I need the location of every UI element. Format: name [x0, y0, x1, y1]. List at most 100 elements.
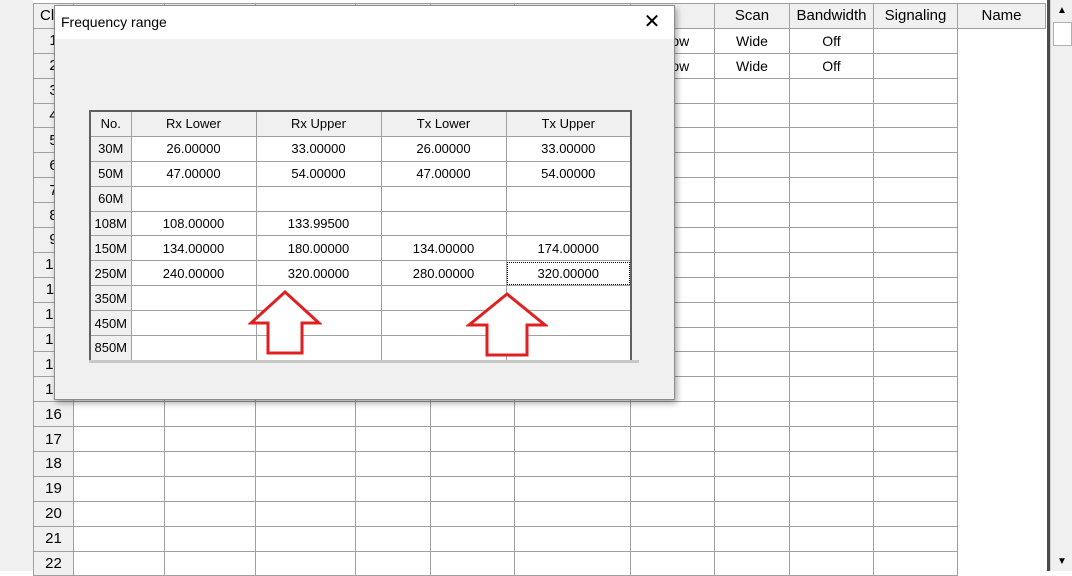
grid-cell[interactable]	[873, 500, 958, 527]
grid-cell[interactable]	[714, 525, 790, 552]
grid-cell[interactable]: Wide	[714, 52, 790, 79]
grid-cell[interactable]	[714, 127, 790, 154]
freq-cell[interactable]	[380, 210, 507, 237]
grid-cell[interactable]	[789, 152, 874, 179]
grid-cell[interactable]	[255, 451, 356, 477]
freq-row[interactable]: 850M	[89, 335, 632, 362]
grid-cell[interactable]	[430, 525, 515, 552]
grid-cell[interactable]	[73, 401, 165, 428]
grid-cell[interactable]	[430, 475, 515, 502]
grid-cell[interactable]	[789, 276, 874, 303]
grid-cell[interactable]	[873, 525, 958, 552]
grid-cell[interactable]	[514, 475, 631, 502]
grid-cell[interactable]	[164, 401, 256, 428]
grid-cell[interactable]	[873, 301, 958, 328]
grid-cell[interactable]	[514, 550, 631, 576]
grid-cell[interactable]	[355, 550, 431, 576]
grid-cell[interactable]	[630, 451, 715, 477]
grid-cell[interactable]	[873, 202, 958, 229]
grid-cell[interactable]	[73, 475, 165, 502]
freq-row[interactable]: 450M	[89, 310, 632, 337]
grid-cell[interactable]	[355, 475, 431, 502]
grid-cell[interactable]	[714, 550, 790, 576]
freq-cell[interactable]	[255, 185, 382, 212]
grid-cell[interactable]	[789, 525, 874, 552]
grid-cell[interactable]	[714, 177, 790, 204]
freq-cell[interactable]	[130, 310, 257, 337]
scroll-up-icon[interactable]: ▲	[1051, 2, 1072, 20]
grid-cell[interactable]	[789, 401, 874, 428]
freq-row[interactable]: 150M 134.00000 180.00000 134.00000 174.00000	[89, 235, 632, 262]
grid-cell[interactable]	[789, 326, 874, 353]
freq-cell[interactable]: 47.00000	[380, 160, 507, 187]
freq-cell[interactable]	[505, 185, 632, 212]
grid-cell[interactable]	[430, 550, 515, 576]
grid-cell[interactable]	[73, 426, 165, 453]
freq-cell[interactable]: 280.00000	[380, 260, 507, 287]
row-number[interactable]: 18	[33, 451, 74, 477]
grid-cell[interactable]	[789, 251, 874, 278]
grid-cell[interactable]	[714, 401, 790, 428]
grid-cell[interactable]	[873, 376, 958, 403]
freq-cell[interactable]: 134.00000	[380, 235, 507, 262]
grid-cell[interactable]	[873, 27, 958, 54]
row-number[interactable]: 17	[33, 426, 74, 453]
grid-cell[interactable]	[873, 426, 958, 453]
grid-cell[interactable]	[73, 525, 165, 552]
grid-cell[interactable]	[873, 475, 958, 502]
grid-cell[interactable]	[714, 475, 790, 502]
grid-cell[interactable]	[714, 376, 790, 403]
grid-cell[interactable]	[514, 426, 631, 453]
grid-cell[interactable]	[873, 227, 958, 253]
freq-cell[interactable]: 180.00000	[255, 235, 382, 262]
freq-cell[interactable]: 26.00000	[130, 135, 257, 162]
grid-cell[interactable]	[873, 52, 958, 79]
grid-cell[interactable]	[164, 525, 256, 552]
freq-row[interactable]: 30M 26.00000 33.00000 26.00000 33.00000	[89, 135, 632, 162]
freq-cell[interactable]	[505, 210, 632, 237]
grid-cell[interactable]	[430, 451, 515, 477]
grid-cell[interactable]	[873, 326, 958, 353]
scroll-down-icon[interactable]: ▼	[1051, 553, 1072, 571]
grid-cell[interactable]	[873, 451, 958, 477]
grid-cell[interactable]	[789, 500, 874, 527]
freq-cell[interactable]: 133.99500	[255, 210, 382, 237]
grid-cell[interactable]	[789, 127, 874, 154]
grid-cell[interactable]	[630, 401, 715, 428]
column-header[interactable]: Bandwidth	[789, 3, 874, 29]
grid-cell[interactable]	[630, 426, 715, 453]
grid-cell[interactable]	[789, 475, 874, 502]
grid-cell[interactable]	[630, 550, 715, 576]
grid-cell[interactable]	[714, 301, 790, 328]
row-number[interactable]: 22	[33, 550, 74, 576]
freq-row[interactable]: 250M 240.00000 320.00000 280.00000 320.00000	[89, 260, 632, 287]
grid-cell[interactable]	[714, 451, 790, 477]
grid-cell[interactable]	[789, 227, 874, 253]
freq-cell[interactable]: 320.00000	[505, 260, 632, 287]
freq-cell[interactable]	[380, 185, 507, 212]
column-header[interactable]: Scan	[714, 3, 790, 29]
grid-cell[interactable]	[630, 500, 715, 527]
grid-cell[interactable]	[355, 451, 431, 477]
grid-cell[interactable]	[164, 451, 256, 477]
grid-cell[interactable]	[630, 475, 715, 502]
grid-cell[interactable]	[873, 177, 958, 204]
row-number[interactable]: 20	[33, 500, 74, 527]
grid-cell[interactable]	[355, 401, 431, 428]
scroll-thumb[interactable]	[1053, 22, 1072, 46]
grid-row[interactable]: 17	[33, 426, 1046, 453]
grid-cell[interactable]	[73, 451, 165, 477]
grid-cell[interactable]	[789, 202, 874, 229]
grid-cell[interactable]	[355, 525, 431, 552]
dialog-titlebar[interactable]: Frequency range ✕	[55, 6, 674, 39]
grid-cell[interactable]	[873, 152, 958, 179]
grid-cell[interactable]	[714, 351, 790, 378]
grid-cell[interactable]	[714, 276, 790, 303]
frequency-table[interactable]: No. Rx Lower Rx Upper Tx Lower Tx Upper 30M 2…	[89, 110, 632, 362]
grid-cell[interactable]	[714, 77, 790, 104]
grid-cell[interactable]	[714, 202, 790, 229]
grid-cell[interactable]	[255, 550, 356, 576]
freq-row[interactable]: 50M 47.00000 54.00000 47.00000 54.00000	[89, 160, 632, 187]
grid-cell[interactable]	[789, 102, 874, 129]
freq-cell[interactable]: 33.00000	[255, 135, 382, 162]
